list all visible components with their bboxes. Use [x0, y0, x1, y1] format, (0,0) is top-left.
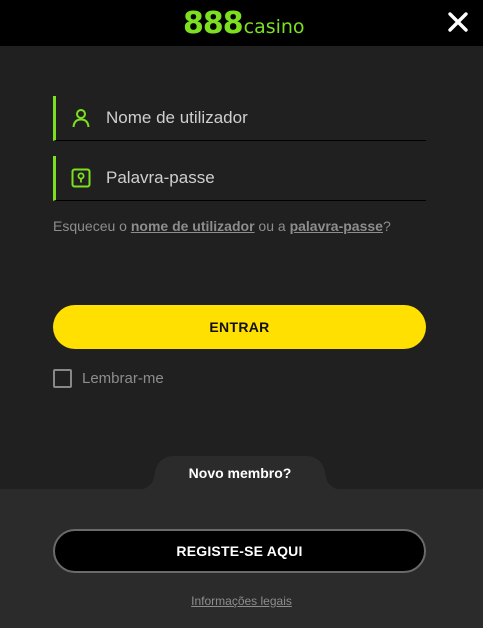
login-panel: Esqueceu o nome de utilizador ou a palav… — [0, 46, 483, 490]
header-bar: 888 casino — [0, 0, 483, 46]
lock-keyhole-icon — [70, 167, 92, 189]
username-field — [53, 96, 426, 141]
forgot-username-link[interactable]: nome de utilizador — [131, 218, 255, 234]
remember-me-toggle[interactable]: Lembrar-me — [53, 369, 164, 388]
close-icon[interactable] — [446, 10, 470, 34]
logo-number: 888 — [183, 6, 244, 41]
logo-word: casino — [243, 16, 305, 38]
password-input[interactable] — [106, 156, 421, 200]
forgot-password-link[interactable]: palavra-passe — [290, 218, 383, 234]
remember-me-checkbox[interactable] — [53, 369, 72, 388]
remember-me-label: Lembrar-me — [82, 370, 164, 387]
new-member-label: Novo membro? — [188, 465, 292, 481]
new-member-tab: Novo membro? — [139, 456, 341, 490]
register-button[interactable]: REGISTE-SE AQUI — [53, 529, 426, 573]
password-field — [53, 156, 426, 201]
login-button[interactable]: ENTRAR — [53, 305, 426, 349]
forgot-prefix: Esqueceu o — [53, 218, 131, 234]
forgot-credentials-text: Esqueceu o nome de utilizador ou a palav… — [53, 218, 391, 234]
forgot-middle: ou a — [254, 218, 290, 234]
brand-logo: 888 casino — [183, 5, 305, 39]
forgot-suffix: ? — [382, 218, 391, 234]
username-input[interactable] — [106, 96, 421, 140]
legal-info-link[interactable]: Informações legais — [0, 594, 483, 608]
user-icon — [70, 107, 92, 129]
